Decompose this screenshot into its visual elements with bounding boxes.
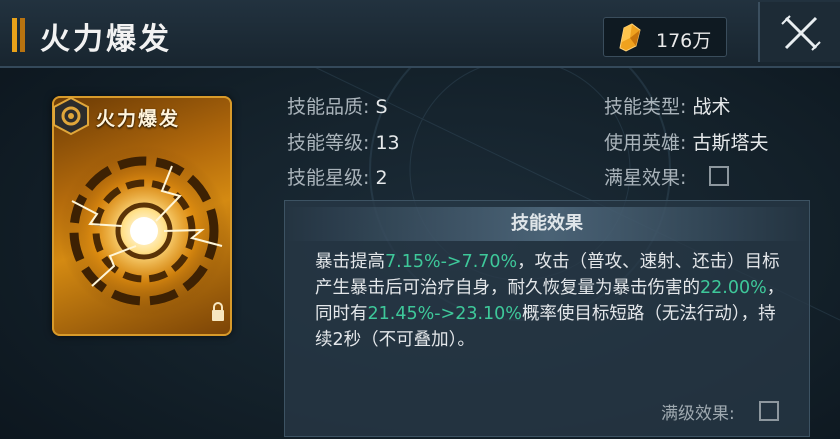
effect-crit-rate: 7.15%->7.70%: [385, 252, 518, 272]
skill-type-label: 技能类型:: [604, 96, 687, 118]
skill-quality-row: 技能品质: S: [287, 92, 388, 119]
skill-star-row: 技能星级: 2: [287, 163, 388, 190]
effect-text-1: 暴击提高: [315, 252, 385, 272]
hero-row: 使用英雄: 古斯塔夫: [604, 128, 768, 155]
hero-label: 使用英雄:: [604, 132, 687, 154]
skill-quality-label: 技能品质:: [287, 96, 370, 118]
rank-emblem-icon: [53, 96, 89, 136]
full-star-checkbox[interactable]: [709, 166, 729, 186]
skill-effect-description: 暴击提高7.15%->7.70%，攻击（普攻、速射、还击）目标产生暴击后可治疗自…: [315, 249, 785, 353]
close-button[interactable]: [758, 2, 840, 62]
max-level-checkbox[interactable]: [759, 401, 779, 421]
full-star-row: 满星效果:: [604, 163, 686, 190]
skill-quality-value: S: [375, 96, 388, 118]
max-level-label: 满级效果:: [661, 404, 735, 424]
skill-effect-panel: 技能效果 暴击提高7.15%->7.70%，攻击（普攻、速射、还击）目标产生暴击…: [284, 200, 810, 437]
effect-heal-rate: 22.00%: [700, 278, 767, 298]
effect-short-chance: 21.45%->23.10%: [367, 304, 522, 324]
page-title: 火力爆发: [40, 22, 172, 57]
title-accent-icon: [12, 18, 30, 52]
skill-level-value: 13: [375, 132, 400, 154]
crystal-icon: [619, 23, 641, 52]
skill-type-row: 技能类型: 战术: [604, 92, 730, 119]
skill-card: 火力爆发: [52, 96, 232, 336]
skill-star-value: 2: [375, 167, 388, 189]
skill-level-row: 技能等级: 13: [287, 128, 400, 155]
skill-star-label: 技能星级:: [287, 167, 370, 189]
full-star-label: 满星效果:: [604, 167, 687, 189]
lock-icon: [212, 302, 224, 321]
skill-effect-title: 技能效果: [285, 207, 809, 241]
game-window: 火力爆发 176万 火力爆发 技能品质: S 技能等级: 13 技能星级: 2 …: [0, 0, 840, 439]
close-icon: [781, 15, 821, 51]
hero-value: 古斯塔夫: [692, 132, 769, 154]
header-bar: 火力爆发 176万: [0, 0, 840, 68]
currency-amount: 176万: [656, 30, 712, 52]
card-skill-name: 火力爆发: [96, 108, 181, 130]
skill-level-label: 技能等级:: [287, 132, 370, 154]
skill-type-value: 战术: [692, 96, 731, 118]
currency-display[interactable]: 176万: [603, 17, 727, 57]
